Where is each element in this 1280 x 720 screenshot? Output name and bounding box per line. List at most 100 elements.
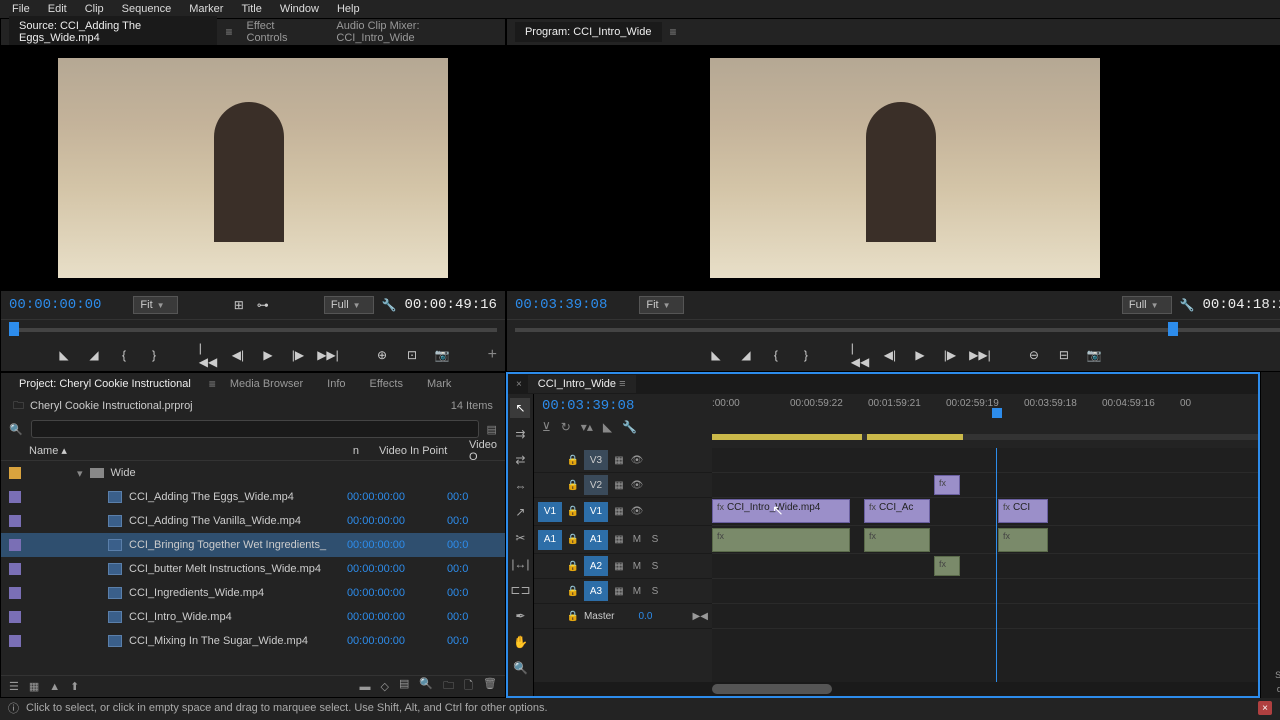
source-scrubber[interactable] [1, 319, 505, 339]
track-header-v3[interactable]: 🔒V3▦👁 [534, 448, 712, 473]
slip-tool-icon[interactable]: |↔| [510, 554, 530, 574]
snap-icon[interactable]: ⊻ [542, 420, 551, 434]
mark-clip-icon[interactable]: { [116, 347, 132, 363]
settings-icon[interactable]: 🔧 [622, 420, 637, 434]
program-zoom[interactable]: Fit▼ [639, 296, 683, 314]
step-fwd-icon[interactable]: |▶ [942, 347, 958, 363]
disclosure-icon[interactable]: ▾ [77, 467, 83, 480]
rolling-tool-icon[interactable]: ⇔ [510, 476, 530, 496]
timeline-clip[interactable]: fx [934, 475, 960, 495]
new-item-icon[interactable]: 🗋 [464, 677, 473, 696]
source-video[interactable] [1, 45, 505, 291]
step-back-icon[interactable]: ◀| [230, 347, 246, 363]
source-tab[interactable]: Source: CCI_Adding The Eggs_Wide.mp4 [9, 16, 217, 48]
add-button-icon[interactable]: + [488, 346, 497, 364]
selection-tool-icon[interactable]: ↖ [510, 398, 530, 418]
goto-next-icon[interactable]: ▶▶| [972, 347, 988, 363]
safe-margins-icon[interactable]: ⊞ [231, 297, 247, 313]
slide-tool-icon[interactable]: ⊏⊐ [510, 580, 530, 600]
track-header-master[interactable]: 🔒Master0.0 ▶◀ [534, 604, 712, 629]
settings-icon[interactable]: 🔧 [1180, 298, 1195, 312]
track-header-a1[interactable]: A1🔒A1▦MS [534, 526, 712, 554]
panel-menu-icon[interactable]: ≡ [225, 25, 232, 39]
track-header-v1[interactable]: V1🔒V1▦👁 [534, 498, 712, 526]
menu-file[interactable]: File [4, 1, 38, 17]
search-icon[interactable]: 🔍 [9, 423, 23, 436]
media-browser-tab[interactable]: Media Browser [220, 375, 313, 393]
mark-in-icon[interactable]: ◣ [56, 347, 72, 363]
mark-out-icon[interactable]: ◢ [738, 347, 754, 363]
mark-in-icon[interactable]: ◣ [708, 347, 724, 363]
program-tc-in[interactable]: 00:03:39:08 [515, 297, 607, 313]
rate-tool-icon[interactable]: ↗ [510, 502, 530, 522]
icon-view-icon[interactable]: ▦ [29, 680, 39, 693]
extract-icon[interactable]: ⊟ [1056, 347, 1072, 363]
pen-tool-icon[interactable]: ✒ [510, 606, 530, 626]
source-zoom[interactable]: Fit▼ [133, 296, 177, 314]
playhead-icon[interactable] [9, 322, 19, 336]
info-tab[interactable]: Info [317, 375, 355, 393]
marker-icon[interactable]: ▾▴ [581, 420, 593, 434]
overwrite-icon[interactable]: ⊡ [404, 347, 420, 363]
track-select-tool-icon[interactable]: ⇉ [510, 424, 530, 444]
sort-icon[interactable]: ⬆ [70, 680, 79, 693]
settings-icon[interactable]: 🔧 [382, 298, 397, 312]
clip-row[interactable]: CCI_butter Melt Instructions_Wide.mp4 00… [1, 557, 505, 581]
timeline-scrollbar[interactable] [534, 682, 1258, 696]
find-icon[interactable]: ▤ [399, 677, 409, 696]
program-res[interactable]: Full▼ [1122, 296, 1172, 314]
zoom-tool-icon[interactable]: 🔍 [510, 658, 530, 678]
goto-next-icon[interactable]: ▶▶| [320, 347, 336, 363]
menu-marker[interactable]: Marker [181, 1, 231, 17]
panel-menu-icon[interactable]: ≡ [670, 25, 677, 39]
playhead-icon[interactable] [1168, 322, 1178, 336]
playhead-line[interactable] [996, 448, 997, 682]
track-header-a3[interactable]: 🔒A3▦MS [534, 579, 712, 604]
insert-icon[interactable]: ⊕ [374, 347, 390, 363]
audio-mixer-tab[interactable]: Audio Clip Mixer: CCI_Intro_Wide [326, 16, 497, 48]
hand-tool-icon[interactable]: ✋ [510, 632, 530, 652]
clip-row[interactable]: CCI_Ingredients_Wide.mp4 00:00:00:00 00:… [1, 581, 505, 605]
column-headers[interactable]: Name ▴ n Video In Point Video O [1, 441, 505, 461]
step-fwd-icon[interactable]: |▶ [290, 347, 306, 363]
menu-help[interactable]: Help [329, 1, 368, 17]
effects-tab[interactable]: Effects [360, 375, 413, 393]
bin-row[interactable]: ▾ Wide [1, 461, 505, 485]
project-tab[interactable]: Project: Cheryl Cookie Instructional [9, 375, 201, 393]
play-icon[interactable]: ▶ [912, 347, 928, 363]
playhead-icon[interactable] [992, 408, 1002, 418]
goto-prev-icon[interactable]: |◀◀ [852, 347, 868, 363]
time-ruler[interactable]: :00:00 00:00:59:22 00:01:59:21 00:02:59:… [712, 394, 1258, 448]
track-area[interactable]: fxCCI_Intro_Wide.mp4fxCCI_AcfxCCIfxfxfxf… [712, 448, 1258, 682]
markers-tab[interactable]: Mark [417, 375, 461, 393]
program-video[interactable] [507, 45, 1280, 291]
razor-tool-icon[interactable]: ✂ [510, 528, 530, 548]
timeline-clip[interactable]: fxCCI_Ac [864, 499, 930, 523]
program-tab[interactable]: Program: CCI_Intro_Wide [515, 22, 662, 42]
timeline-clip[interactable]: fxCCI [998, 499, 1048, 523]
sequence-tab[interactable]: CCI_Intro_Wide ≡ [528, 375, 636, 393]
insert-icon[interactable]: ⊶ [255, 297, 271, 313]
menu-window[interactable]: Window [272, 1, 327, 17]
timeline-clip[interactable]: fx [998, 528, 1048, 552]
clip-row[interactable]: CCI_Mixing In The Sugar_Wide.mp4 00:00:0… [1, 629, 505, 653]
menu-edit[interactable]: Edit [40, 1, 75, 17]
track-header-a2[interactable]: 🔒A2▦MS [534, 554, 712, 579]
list-view-icon[interactable]: ☰ [9, 680, 19, 693]
play-icon[interactable]: ▶ [260, 347, 276, 363]
timeline-clip[interactable]: fx [934, 556, 960, 576]
export-frame-icon[interactable]: 📷 [434, 347, 450, 363]
clip-row[interactable]: CCI_Adding The Eggs_Wide.mp4 00:00:00:00… [1, 485, 505, 509]
zoom-slider[interactable]: ▬ [360, 681, 371, 693]
mark-seq-icon[interactable]: } [798, 347, 814, 363]
program-scrubber[interactable] [507, 319, 1280, 339]
effect-controls-tab[interactable]: Effect Controls [237, 16, 323, 48]
clip-row[interactable]: CCI_Adding The Vanilla_Wide.mp4 00:00:00… [1, 509, 505, 533]
panel-menu-icon[interactable]: ≡ [209, 377, 216, 391]
close-tab-icon[interactable]: × [516, 379, 522, 390]
freeform-icon[interactable]: ▲ [49, 681, 60, 693]
automate-icon[interactable]: ◇ [381, 680, 389, 693]
source-res[interactable]: Full▼ [324, 296, 374, 314]
step-back-icon[interactable]: ◀| [882, 347, 898, 363]
ripple-tool-icon[interactable]: ⇄ [510, 450, 530, 470]
